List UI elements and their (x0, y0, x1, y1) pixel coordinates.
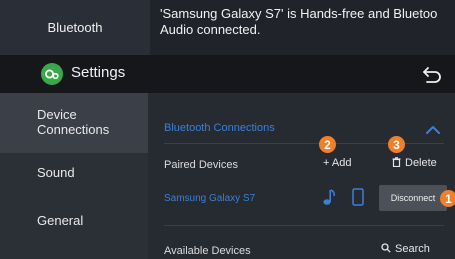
sidebar-item-device-connections[interactable]: Device Connections (0, 93, 148, 153)
screen: Bluetooth 'Samsung Galaxy S7' is Hands-f… (0, 0, 455, 259)
callout-badge-3: 3 (388, 136, 405, 153)
available-devices-label: Available Devices (164, 245, 251, 257)
banner-message-line2: Audio connected. (160, 22, 261, 37)
delete-device-button[interactable]: Delete (392, 157, 437, 169)
sidebar-item-general[interactable]: General (0, 201, 148, 239)
paired-devices-label: Paired Devices (164, 159, 238, 171)
disconnect-button[interactable]: Disconnect (379, 185, 447, 211)
main-panel (148, 93, 455, 259)
callout-badge-2: 2 (319, 136, 336, 153)
sidebar-item-label: Sound (37, 165, 75, 180)
sidebar-item-sound[interactable]: Sound (0, 153, 148, 191)
paired-device-name[interactable]: Samsung Galaxy S7 (164, 193, 255, 204)
music-note-icon[interactable] (322, 188, 336, 206)
settings-gear-icon (41, 63, 63, 85)
sidebar-item-label: Device Connections (37, 107, 110, 137)
chevron-up-icon[interactable] (426, 122, 440, 134)
search-label: Search (395, 243, 430, 255)
search-icon (381, 243, 391, 253)
page-title: Settings (71, 64, 126, 81)
delete-label: Delete (405, 157, 437, 169)
back-arrow-icon[interactable] (420, 62, 444, 84)
sidebar-item-label: General (37, 213, 84, 228)
notification-banner: Bluetooth 'Samsung Galaxy S7' is Hands-f… (0, 0, 455, 55)
callout-badge-1: 1 (440, 190, 455, 207)
header-bar (0, 55, 455, 93)
divider (164, 225, 444, 226)
banner-message: 'Samsung Galaxy S7' is Hands-free and Bl… (160, 6, 455, 38)
trash-icon (392, 157, 401, 168)
search-button[interactable]: Search (381, 243, 430, 255)
section-title[interactable]: Bluetooth Connections (164, 122, 275, 134)
phone-icon[interactable] (352, 188, 364, 206)
banner-message-line1: 'Samsung Galaxy S7' is Hands-free and Bl… (160, 6, 438, 21)
banner-source-label: Bluetooth (0, 0, 150, 55)
add-device-button[interactable]: + Add (323, 157, 351, 169)
